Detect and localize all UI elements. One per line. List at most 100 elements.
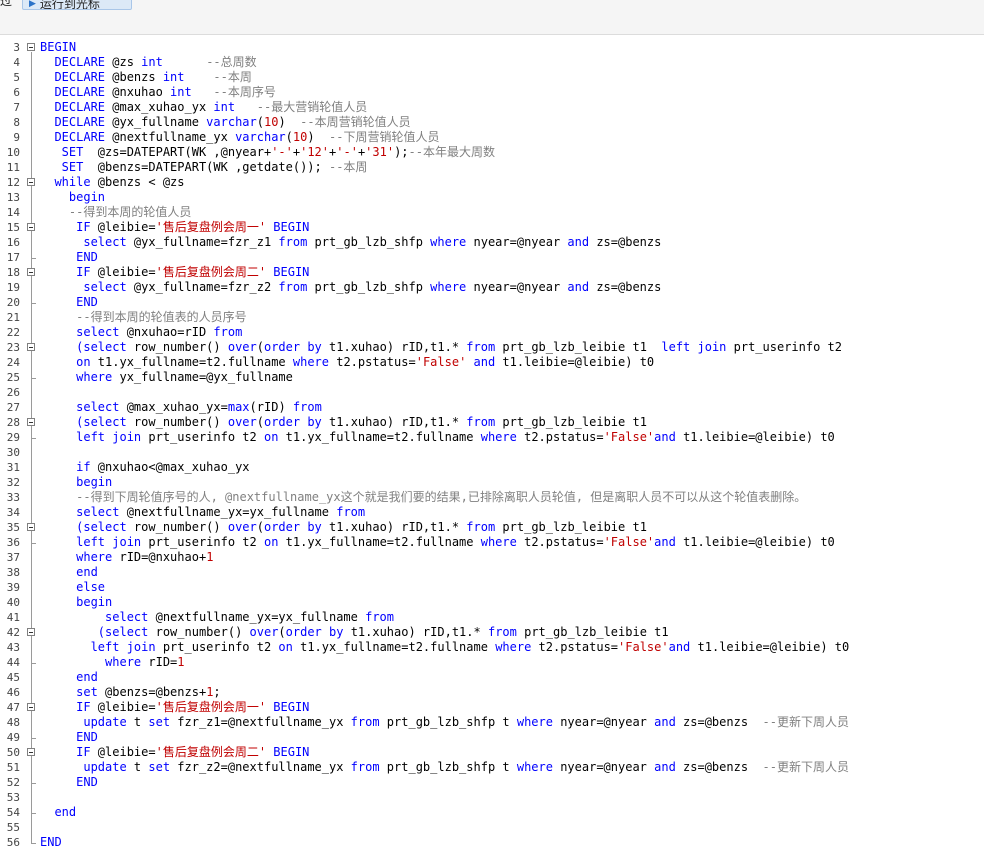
code-text: --得到下周轮值序号的人, @nextfullname_yx这个就是我们要的结果…	[40, 490, 806, 505]
code-line[interactable]: 7 DECLARE @max_xuhao_yx int --最大营销轮值人员	[0, 100, 984, 115]
code-line[interactable]: 51 update t set fzr_z2=@nextfullname_yx …	[0, 760, 984, 775]
code-text: DECLARE @nxuhao int --本周序号	[40, 85, 275, 100]
code-line[interactable]: 22 select @nxuhao=rID from	[0, 325, 984, 340]
code-line[interactable]: 10 SET @zs=DATEPART(WK ,@nyear+'-'+'12'+…	[0, 145, 984, 160]
code-line[interactable]: 16 select @yx_fullname=fzr_z1 from prt_g…	[0, 235, 984, 250]
code-line[interactable]: 49 END	[0, 730, 984, 745]
code-line[interactable]: 56 END	[0, 835, 984, 850]
code-token: 'False'	[603, 535, 655, 549]
fold-toggle-icon[interactable]	[27, 523, 35, 531]
code-token: on	[263, 535, 286, 549]
fold-toggle-icon[interactable]	[27, 418, 35, 426]
line-number: 56	[6, 836, 20, 849]
code-line[interactable]: 18 IF @leibie='售后复盘例会周二' BEGIN	[0, 265, 984, 280]
code-token: BEGIN	[266, 700, 310, 714]
code-token: zs=@benzs	[596, 280, 662, 294]
code-line[interactable]: 33 --得到下周轮值序号的人, @nextfullname_yx这个就是我们要…	[0, 490, 984, 505]
code-text: end	[40, 565, 98, 580]
code-token: (	[278, 625, 286, 639]
code-token: 'False'	[618, 640, 669, 654]
code-line[interactable]: 5 DECLARE @benzs int --本周	[0, 70, 984, 85]
code-line[interactable]: 11 SET @benzs=DATEPART(WK ,getdate()); -…	[0, 160, 984, 175]
code-line[interactable]: 54 end	[0, 805, 984, 820]
code-line[interactable]: 28 (select row_number() over(order by t1…	[0, 415, 984, 430]
code-token: and	[466, 355, 503, 369]
code-token: DECLARE	[40, 130, 113, 144]
code-line[interactable]: 26	[0, 385, 984, 400]
code-text: DECLARE @yx_fullname varchar(10) --本周营销轮…	[40, 115, 410, 130]
code-line[interactable]: 40 begin	[0, 595, 984, 610]
code-line[interactable]: 29 left join prt_userinfo t2 on t1.yx_fu…	[0, 430, 984, 445]
fold-toggle-icon[interactable]	[27, 703, 35, 711]
code-line[interactable]: 50 IF @leibie='售后复盘例会周二' BEGIN	[0, 745, 984, 760]
code-token: DECLARE	[40, 85, 113, 99]
code-line[interactable]: 31 if @nxuhao<@max_xuhao_yx	[0, 460, 984, 475]
code-line[interactable]: 3 BEGIN	[0, 40, 984, 55]
code-line[interactable]: 44 where rID=1	[0, 655, 984, 670]
code-line[interactable]: 38 end	[0, 565, 984, 580]
code-line[interactable]: 53	[0, 790, 984, 805]
code-token: '-'	[271, 145, 293, 159]
code-line[interactable]: 41 select @nextfullname_yx=yx_fullname f…	[0, 610, 984, 625]
code-line[interactable]: 21 --得到本周的轮值表的人员序号	[0, 310, 984, 325]
code-line[interactable]: 32 begin	[0, 475, 984, 490]
code-line[interactable]: 37 where rID=@nxuhao+1	[0, 550, 984, 565]
code-line[interactable]: 20 END	[0, 295, 984, 310]
code-token: over	[227, 415, 257, 429]
code-token: '-'	[336, 145, 358, 159]
code-line[interactable]: 25 where yx_fullname=@yx_fullname	[0, 370, 984, 385]
code-line[interactable]: 30	[0, 445, 984, 460]
code-token: from	[336, 505, 366, 519]
code-line[interactable]: 27 select @max_xuhao_yx=max(rID) from	[0, 400, 984, 415]
code-text: DECLARE @nextfullname_yx varchar(10) --下…	[40, 130, 439, 145]
run-to-cursor-button[interactable]: ▶ 运行到光标	[22, 0, 132, 10]
code-token: 'False'	[603, 430, 655, 444]
line-number: 37	[6, 551, 20, 564]
code-token: if	[40, 460, 98, 474]
code-line[interactable]: 48 update t set fzr_z1=@nextfullname_yx …	[0, 715, 984, 730]
code-token: @nxuhao<@max_xuhao_yx	[97, 460, 250, 474]
code-line[interactable]: 46 set @benzs=@benzs+1;	[0, 685, 984, 700]
fold-toggle-icon[interactable]	[27, 178, 35, 186]
code-token: prt_userinfo t2	[148, 430, 264, 444]
code-text: update t set fzr_z2=@nextfullname_yx fro…	[40, 760, 849, 775]
fold-toggle-icon[interactable]	[27, 223, 35, 231]
code-line[interactable]: 36 left join prt_userinfo t2 on t1.yx_fu…	[0, 535, 984, 550]
code-token: --总周数	[162, 55, 257, 69]
code-line[interactable]: 55	[0, 820, 984, 835]
fold-toggle-icon[interactable]	[27, 268, 35, 276]
code-line[interactable]: 23 (select row_number() over(order by t1…	[0, 340, 984, 355]
code-line[interactable]: 14 --得到本周的轮值人员	[0, 205, 984, 220]
code-line[interactable]: 4 DECLARE @zs int --总周数	[0, 55, 984, 70]
code-line[interactable]: 45 end	[0, 670, 984, 685]
code-line[interactable]: 9 DECLARE @nextfullname_yx varchar(10) -…	[0, 130, 984, 145]
fold-toggle-icon[interactable]	[27, 43, 35, 51]
code-line[interactable]: 19 select @yx_fullname=fzr_z2 from prt_g…	[0, 280, 984, 295]
code-line[interactable]: 24 on t1.yx_fullname=t2.fullname where t…	[0, 355, 984, 370]
code-token: @yx_fullname=fzr_z1	[133, 235, 279, 249]
code-line[interactable]: 43 left join prt_userinfo t2 on t1.yx_fu…	[0, 640, 984, 655]
code-line[interactable]: 52 END	[0, 775, 984, 790]
code-line[interactable]: 42 (select row_number() over(order by t1…	[0, 625, 984, 640]
code-text: begin	[40, 190, 105, 205]
code-text: IF @leibie='售后复盘例会周一' BEGIN	[40, 220, 309, 235]
code-text: END	[40, 775, 98, 790]
code-token: select	[40, 400, 127, 414]
code-token: zs=@benzs	[683, 760, 763, 774]
code-line[interactable]: 34 select @nextfullname_yx=yx_fullname f…	[0, 505, 984, 520]
code-editor[interactable]: 3 BEGIN 4 DECLARE @zs int --总周数 5 DECLARE @…	[0, 35, 984, 849]
fold-toggle-icon[interactable]	[27, 343, 35, 351]
code-line[interactable]: 35 (select row_number() over(order by t1…	[0, 520, 984, 535]
fold-toggle-icon[interactable]	[27, 628, 35, 636]
code-line[interactable]: 39 else	[0, 580, 984, 595]
code-line[interactable]: 13 begin	[0, 190, 984, 205]
code-line[interactable]: 6 DECLARE @nxuhao int --本周序号	[0, 85, 984, 100]
code-line[interactable]: 47 IF @leibie='售后复盘例会周一' BEGIN	[0, 700, 984, 715]
code-token: t1.yx_fullname=t2.fullname	[97, 355, 293, 369]
fold-toggle-icon[interactable]	[27, 748, 35, 756]
code-line[interactable]: 12 while @benzs < @zs	[0, 175, 984, 190]
code-token: from	[466, 520, 503, 534]
code-line[interactable]: 8 DECLARE @yx_fullname varchar(10) --本周营…	[0, 115, 984, 130]
code-line[interactable]: 15 IF @leibie='售后复盘例会周一' BEGIN	[0, 220, 984, 235]
code-line[interactable]: 17 END	[0, 250, 984, 265]
